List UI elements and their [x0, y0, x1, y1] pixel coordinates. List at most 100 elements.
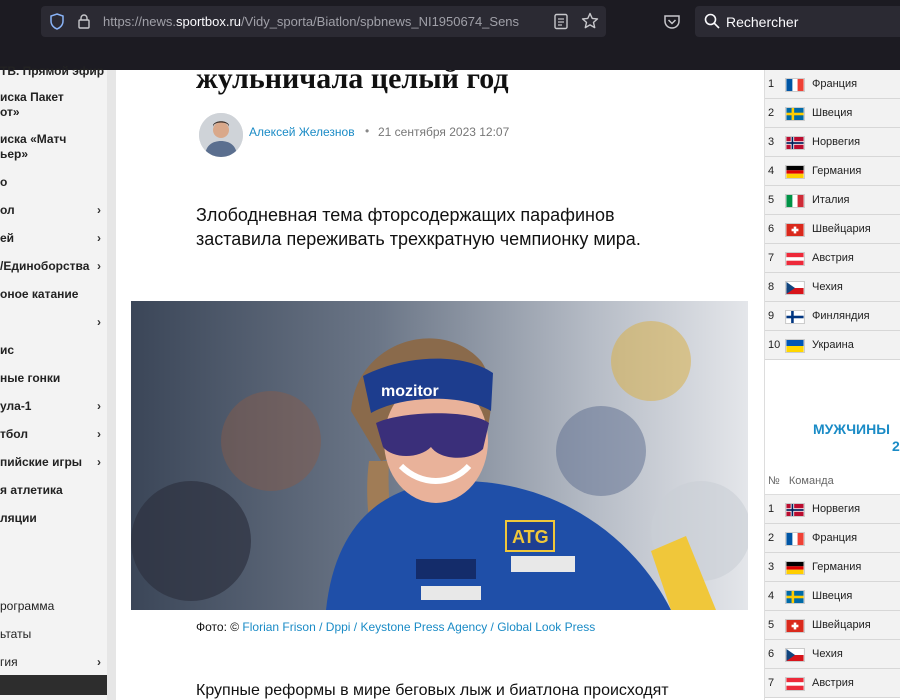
sidebar-item[interactable]: пийские игры ›	[0, 455, 107, 470]
standings-row[interactable]: 6 Швейцария	[765, 215, 900, 244]
flag-icon-cz	[785, 281, 805, 295]
sidebar-item[interactable]: иска Пакет от»	[0, 90, 107, 120]
flag-icon-at	[785, 677, 805, 691]
toolbar-background	[0, 44, 900, 70]
standings-row[interactable]: 8 Чехия	[765, 273, 900, 302]
lock-icon[interactable]	[77, 13, 91, 29]
flag-icon-at	[785, 252, 805, 266]
sidebar-item[interactable]: я атлетика	[0, 483, 107, 498]
standings-row[interactable]: 4 Германия	[765, 157, 900, 186]
rank: 3	[768, 136, 775, 148]
sidebar-item-label: ула-1	[0, 399, 32, 413]
sidebar-item[interactable]: ляции	[0, 511, 107, 526]
standings-row[interactable]: 1 Франция	[765, 70, 900, 99]
search-bar[interactable]: Rechercher	[695, 6, 900, 37]
sidebar-item-label: ляции	[0, 511, 37, 525]
article-body: Крупные реформы в мире беговых лыж и биа…	[196, 682, 669, 699]
rank: 2	[768, 107, 775, 119]
standings-row[interactable]: 1 Норвегия	[765, 495, 900, 524]
meta-separator: •	[365, 124, 370, 138]
men-section-title: МУЖЧИНЫ	[813, 421, 890, 437]
sidebar-item[interactable]: оное катание	[0, 287, 107, 302]
flag-icon-fr	[785, 532, 805, 546]
country-name: Финляндия	[812, 310, 870, 322]
pocket-icon[interactable]	[662, 12, 682, 32]
rank: 6	[768, 223, 775, 235]
standings-row[interactable]: 5 Швейцария	[765, 611, 900, 640]
country-name: Австрия	[812, 252, 854, 264]
sidebar-item[interactable]: иска «Матч ьер»	[0, 132, 107, 162]
men-section-year: 2	[892, 438, 900, 454]
country-name: Франция	[812, 532, 858, 544]
sidebar-item-label: гия	[0, 655, 18, 669]
rank: 7	[768, 677, 775, 689]
browser-toolbar: https://news.sportbox.ru/Vidy_sporta/Bia…	[0, 0, 900, 44]
standings-header: № Команда	[768, 475, 834, 487]
flag-icon-se	[785, 107, 805, 121]
standings-row[interactable]: 3 Норвегия	[765, 128, 900, 157]
standings-row[interactable]: 5 Италия	[765, 186, 900, 215]
svg-text:ATG: ATG	[512, 527, 549, 547]
flag-icon-no	[785, 136, 805, 150]
flag-icon-it	[785, 194, 805, 208]
standings-row[interactable]: 4 Швеция	[765, 582, 900, 611]
sidebar-item-label: /Единоборства	[0, 259, 90, 273]
standings-row[interactable]: 3 Германия	[765, 553, 900, 582]
sidebar-nav: ТВ. Прямой эфир иска Пакет от» иска «Матч …	[0, 64, 107, 700]
rank: 9	[768, 310, 775, 322]
flag-icon-fr	[785, 78, 805, 92]
sidebar-item[interactable]: о	[0, 175, 107, 190]
standings-row[interactable]: 2 Франция	[765, 524, 900, 553]
sidebar-dark-block	[0, 675, 107, 695]
sidebar-item[interactable]: тбол ›	[0, 427, 107, 442]
rank: 8	[768, 281, 775, 293]
col-num: №	[768, 475, 780, 487]
flag-icon-ch	[785, 619, 805, 633]
url-text[interactable]: https://news.sportbox.ru/Vidy_sporta/Bia…	[103, 14, 549, 30]
article-photo: mozitor ATG	[131, 301, 748, 610]
standings-row[interactable]: 7 Австрия	[765, 244, 900, 273]
reader-view-icon[interactable]	[553, 13, 569, 30]
rank: 5	[768, 194, 775, 206]
shield-icon[interactable]	[49, 13, 65, 30]
standings-row[interactable]: 6 Чехия	[765, 640, 900, 669]
flag-icon-se	[785, 590, 805, 604]
rank: 1	[768, 503, 775, 515]
sidebar-item-label: ьтаты	[0, 627, 32, 641]
rank: 3	[768, 561, 775, 573]
article-headline: жульничала целый год	[196, 70, 509, 95]
sidebar-item-label: ис	[0, 343, 15, 357]
sidebar-item[interactable]: /Единоборства ›	[0, 259, 107, 274]
standings-row[interactable]: 9 Финляндия	[765, 302, 900, 331]
sidebar-item[interactable]: ол ›	[0, 203, 107, 218]
chevron-right-icon: ›	[97, 315, 101, 329]
url-bar[interactable]: https://news.sportbox.ru/Vidy_sporta/Bia…	[41, 6, 606, 37]
publish-date: 21 сентября 2023 12:07	[378, 125, 510, 139]
sidebar-item-label: тбол	[0, 427, 28, 441]
country-name: Швейцария	[812, 619, 871, 631]
sidebar-item[interactable]: ула-1 ›	[0, 399, 107, 414]
sidebar-item[interactable]: гия ›	[0, 655, 107, 670]
bookmark-star-icon[interactable]	[581, 12, 599, 30]
sidebar-item[interactable]: ис	[0, 343, 107, 358]
rank: 6	[768, 648, 775, 660]
flag-icon-no	[785, 503, 805, 517]
country-name: Швеция	[812, 107, 853, 119]
sidebar-item[interactable]: ей ›	[0, 231, 107, 246]
author-link[interactable]: Алексей Железнов	[249, 125, 355, 139]
sidebar-item[interactable]: рограмма	[0, 599, 107, 614]
sidebar-item[interactable]: ные гонки	[0, 371, 107, 386]
search-icon	[704, 13, 720, 29]
sidebar-item[interactable]: ьтаты	[0, 627, 107, 642]
photo-credit-link[interactable]: Florian Frison / Dppi / Keystone Press A…	[242, 620, 595, 634]
standings-row[interactable]: 2 Швеция	[765, 99, 900, 128]
country-name: Норвегия	[812, 136, 861, 148]
standings-row[interactable]: 10 Украина	[765, 331, 900, 360]
standings-row[interactable]: 7 Австрия	[765, 669, 900, 698]
sidebar-item[interactable]: ТВ. Прямой эфир	[0, 64, 107, 79]
country-name: Германия	[812, 165, 862, 177]
chevron-right-icon: ›	[97, 259, 101, 273]
sidebar-item-label: ные гонки	[0, 371, 61, 385]
sidebar-item-label: ей	[0, 231, 15, 245]
author-avatar[interactable]	[199, 113, 243, 157]
